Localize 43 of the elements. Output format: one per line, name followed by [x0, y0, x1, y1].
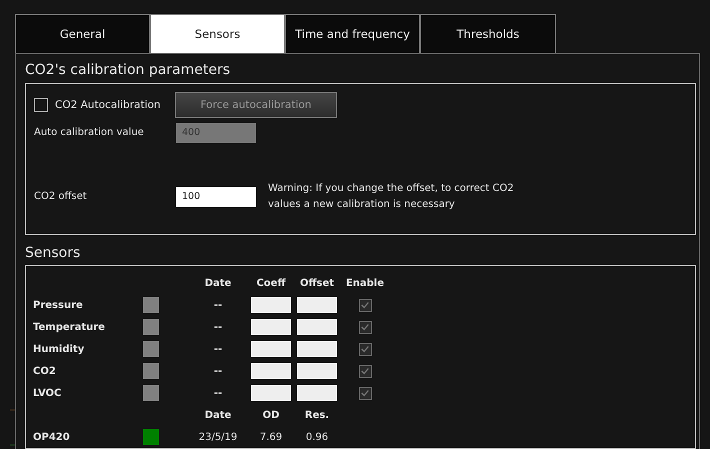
date-text: -- — [212, 366, 224, 376]
column-header: Enable — [344, 278, 386, 288]
column-header: Offset — [298, 278, 336, 288]
column-header: Coeff — [255, 278, 287, 288]
input-field[interactable]: 100 — [176, 186, 256, 207]
sensor-name: CO2 — [33, 366, 57, 376]
section-title: Sensors — [25, 244, 80, 263]
coeff-field[interactable] — [251, 385, 291, 401]
coeff-field[interactable] — [251, 319, 291, 335]
coeff-field[interactable] — [251, 297, 291, 313]
tab[interactable]: Thresholds — [420, 14, 556, 53]
checkbox-label: CO2 Autocalibration — [55, 99, 162, 111]
field-label: Auto calibration value — [34, 127, 145, 138]
field-label: CO2 offset — [34, 191, 88, 202]
offset-field[interactable] — [297, 385, 337, 401]
section-title: CO2's calibration parameters — [25, 61, 230, 80]
warning-text: Warning: If you change the offset, to correct CO2 values a new calibration is necessary — [268, 182, 515, 212]
sensor-name: Humidity — [33, 344, 86, 354]
od-value: 7.69 — [258, 432, 284, 442]
date-text: 23/5/19 — [198, 432, 238, 442]
sensor-name: Temperature — [33, 322, 106, 332]
offset-field[interactable] — [297, 297, 337, 313]
date-text: -- — [212, 388, 224, 398]
coeff-field[interactable] — [251, 363, 291, 379]
tab[interactable]: Time and frequency — [285, 14, 420, 53]
checkbox[interactable] — [34, 98, 48, 112]
sensor-name: OP420 — [33, 432, 71, 442]
column-header: OD — [262, 410, 280, 420]
sensor-name: Pressure — [33, 300, 84, 310]
column-header: Res. — [304, 410, 330, 420]
res-value: 0.96 — [304, 432, 330, 442]
date-text: -- — [212, 322, 224, 332]
offset-field[interactable] — [297, 363, 337, 379]
offset-field[interactable] — [297, 341, 337, 357]
sensor-name: LVOC — [33, 388, 62, 398]
coeff-field[interactable] — [251, 341, 291, 357]
date-text: -- — [212, 300, 224, 310]
date-text: -- — [212, 344, 224, 354]
tab[interactable]: General — [15, 14, 150, 53]
column-header: Date — [204, 278, 232, 288]
column-header: Date — [204, 410, 232, 420]
offset-field[interactable] — [297, 319, 337, 335]
tab[interactable]: Sensors — [150, 14, 285, 53]
